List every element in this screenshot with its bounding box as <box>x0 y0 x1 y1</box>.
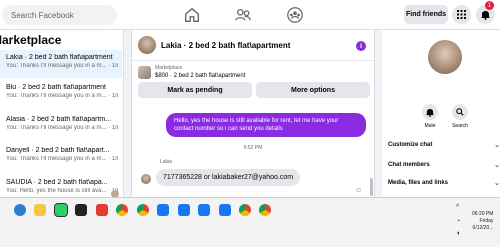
chrome-icon[interactable] <box>239 204 251 216</box>
mark-as-pending-button[interactable]: Mark as pending <box>138 82 252 98</box>
chat-header: Lakia · 2 bed 2 bath flat\apartment i <box>132 30 376 61</box>
chat-title[interactable]: Lakia · 2 bed 2 bath flat\apartment <box>161 41 290 50</box>
marketplace-sidebar: Marketplace Lakia · 2 bed 2 bath flat\ap… <box>0 30 124 198</box>
info-icon[interactable]: i <box>356 41 366 51</box>
thread-item[interactable]: Lakia · 2 bed 2 bath flat\apartment You:… <box>0 50 122 78</box>
app-icon[interactable] <box>157 204 169 216</box>
windows-taskbar: ^ ◔ ◖ 06:20 PM Friday 6/12/20... <box>0 197 500 247</box>
avatar[interactable] <box>141 174 151 184</box>
listing-description[interactable]: $800 · 2 bed 2 bath flat\apartment <box>155 73 245 79</box>
notification-badge: 1 <box>485 1 494 10</box>
app-icon[interactable] <box>198 204 210 216</box>
search-icon <box>452 104 468 120</box>
avatar[interactable] <box>428 40 462 74</box>
app-icon[interactable] <box>75 204 87 216</box>
taskbar-clock[interactable]: 06:20 PM Friday 6/12/20... <box>472 211 493 232</box>
volume-icon[interactable]: ◖ <box>456 230 460 237</box>
menu-grid-icon[interactable] <box>452 5 471 24</box>
media-files-links-row[interactable]: Media, files and links ⌄ <box>388 180 500 187</box>
chrome-icon[interactable] <box>116 204 128 216</box>
avatar[interactable] <box>138 36 156 54</box>
file-explorer-icon[interactable] <box>34 204 46 216</box>
search-input[interactable]: Search Facebook <box>2 5 117 25</box>
find-friends-button[interactable]: Find friends <box>404 5 448 24</box>
search-conversation-button[interactable]: Search <box>448 104 472 129</box>
listing-label: Marketplace <box>155 65 183 71</box>
message-timestamp: 6:52 PM <box>243 145 263 151</box>
thread-item[interactable]: Blu · 2 bed 2 bath flat\apartment You: T… <box>0 80 122 108</box>
bell-icon <box>422 104 438 120</box>
outgoing-message: Hello, yes the house is still available … <box>166 113 366 137</box>
thread-item[interactable]: Danyell · 2 bed 2 bath flat\apart... You… <box>0 143 122 171</box>
customize-chat-row[interactable]: Customize chat ⌄ <box>388 142 500 149</box>
mute-button[interactable]: Mute <box>418 104 442 129</box>
tray-chevron-icon[interactable]: ^ <box>456 204 459 211</box>
conversation-info-panel: Mute Search Customize chat ⌄ Chat member… <box>382 30 500 197</box>
incoming-message: 7177365228 or lakiabaker27@yahoo.com <box>156 169 301 186</box>
top-bar: Search Facebook Find friends 1 <box>0 0 500 30</box>
search-placeholder: Search Facebook <box>11 10 74 20</box>
thread-item[interactable]: Alasia · 2 bed 2 bath flat\apartm... You… <box>0 112 122 140</box>
wifi-icon[interactable]: ◔ <box>456 218 460 225</box>
whatsapp-icon[interactable] <box>54 203 68 217</box>
chevron-down-icon: ⌄ <box>494 162 500 169</box>
more-options-button[interactable]: More options <box>256 82 370 98</box>
chat-scrollbar[interactable] <box>370 178 373 196</box>
edge-icon[interactable] <box>14 204 26 216</box>
chevron-down-icon: ⌄ <box>494 180 500 187</box>
chevron-down-icon: ⌄ <box>494 142 500 149</box>
app-icon[interactable] <box>219 204 231 216</box>
reaction-icon[interactable]: ☺ <box>355 187 362 194</box>
chrome-icon[interactable] <box>137 204 149 216</box>
listing-thumbnail[interactable] <box>138 66 151 79</box>
chrome-icon[interactable] <box>259 204 271 216</box>
sender-name: Lakia <box>160 159 172 165</box>
groups-icon[interactable] <box>286 6 304 24</box>
sidebar-title: Marketplace <box>0 33 62 47</box>
home-icon[interactable] <box>183 6 201 24</box>
app-icon[interactable] <box>178 204 190 216</box>
chat-members-row[interactable]: Chat members ⌄ <box>388 162 500 169</box>
app-icon[interactable] <box>96 204 108 216</box>
friends-icon[interactable] <box>234 6 252 24</box>
